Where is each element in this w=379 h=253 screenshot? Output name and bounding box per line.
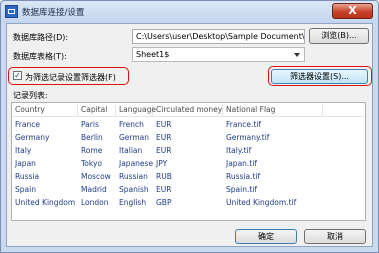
dialog-window: 数据库连接/设置 X 数据库路径(D): C:\Users\user\Deskt… xyxy=(0,0,379,253)
column-header-language[interactable]: Language xyxy=(116,105,156,116)
table-cell: RUB xyxy=(156,172,172,181)
column-header-money[interactable]: Circulated money xyxy=(153,105,223,116)
dialog-body: 数据库路径(D): C:\Users\user\Desktop\Sample D… xyxy=(6,23,373,247)
table-cell: Rome xyxy=(81,146,103,155)
table-cell: London xyxy=(81,198,109,207)
table-cell: Madrid xyxy=(81,185,107,194)
column-header-flag[interactable]: National Flag xyxy=(223,105,323,116)
table-cell: Russian xyxy=(119,172,148,181)
table-cell: France xyxy=(15,120,40,129)
database-icon xyxy=(5,5,18,18)
table-cell: Japan xyxy=(15,159,36,168)
filter-checkbox-label[interactable]: 为筛选记录设置筛选器(F) xyxy=(25,72,116,83)
record-list-label: 记录列表: xyxy=(13,91,48,100)
table-cell: Germany.tif xyxy=(226,133,270,142)
db-table-select[interactable]: Sheet1$ xyxy=(132,47,305,62)
db-table-label: 数据库表格(T): xyxy=(13,52,67,61)
chevron-down-icon xyxy=(294,53,300,57)
table-cell: Paris xyxy=(81,120,99,129)
filter-settings-button[interactable]: 筛选器设置(S)... xyxy=(271,69,368,84)
table-cell: Italy.tif xyxy=(226,146,252,155)
table-cell: Tokyo xyxy=(81,159,102,168)
title-bar[interactable]: 数据库连接/设置 X xyxy=(1,1,378,23)
table-cell: EUR xyxy=(156,146,172,155)
filter-checkbox[interactable]: ✓ xyxy=(13,71,22,80)
table-cell: Moscow xyxy=(81,172,111,181)
table-cell: French xyxy=(119,120,144,129)
cancel-button[interactable]: 取消 xyxy=(304,229,366,244)
column-header-capital[interactable]: Capital xyxy=(78,105,116,116)
column-header-country[interactable]: Country xyxy=(12,105,78,116)
table-cell: Germany xyxy=(15,133,50,142)
table-cell: EUR xyxy=(156,120,172,129)
table-cell: Spain xyxy=(15,185,36,194)
db-path-label: 数据库路径(D): xyxy=(13,33,69,42)
record-list[interactable]: Country Capital Language Circulated mone… xyxy=(11,102,366,221)
ok-button[interactable]: 确定 xyxy=(235,229,297,244)
table-cell: United Kingdom.tif xyxy=(226,198,297,207)
header-divider xyxy=(12,116,365,117)
table-cell: German xyxy=(119,133,150,142)
table-cell: GBP xyxy=(156,198,172,207)
table-cell: France.tif xyxy=(226,120,261,129)
table-cell: Italy xyxy=(15,146,32,155)
table-cell: United Kingdom xyxy=(15,198,76,207)
table-cell: Japanese xyxy=(119,159,154,168)
table-cell: English xyxy=(119,198,147,207)
window-title: 数据库连接/设置 xyxy=(22,8,85,18)
table-cell: Spain.tif xyxy=(226,185,258,194)
table-cell: Italian xyxy=(119,146,143,155)
db-path-input[interactable]: C:\Users\user\Desktop\Sample Document\Sa xyxy=(132,29,305,44)
browse-button[interactable]: 浏览(B)... xyxy=(309,28,369,44)
table-cell: EUR xyxy=(156,185,172,194)
table-cell: EUR xyxy=(156,133,172,142)
table-cell: Russia xyxy=(15,172,40,181)
db-table-value: Sheet1$ xyxy=(136,50,170,59)
table-cell: Russia.tif xyxy=(226,172,261,181)
table-cell: JPY xyxy=(156,159,168,168)
close-button[interactable]: X xyxy=(332,3,373,19)
table-cell: Spanish xyxy=(119,185,149,194)
table-cell: Japan.tif xyxy=(226,159,257,168)
table-cell: Berlin xyxy=(81,133,103,142)
